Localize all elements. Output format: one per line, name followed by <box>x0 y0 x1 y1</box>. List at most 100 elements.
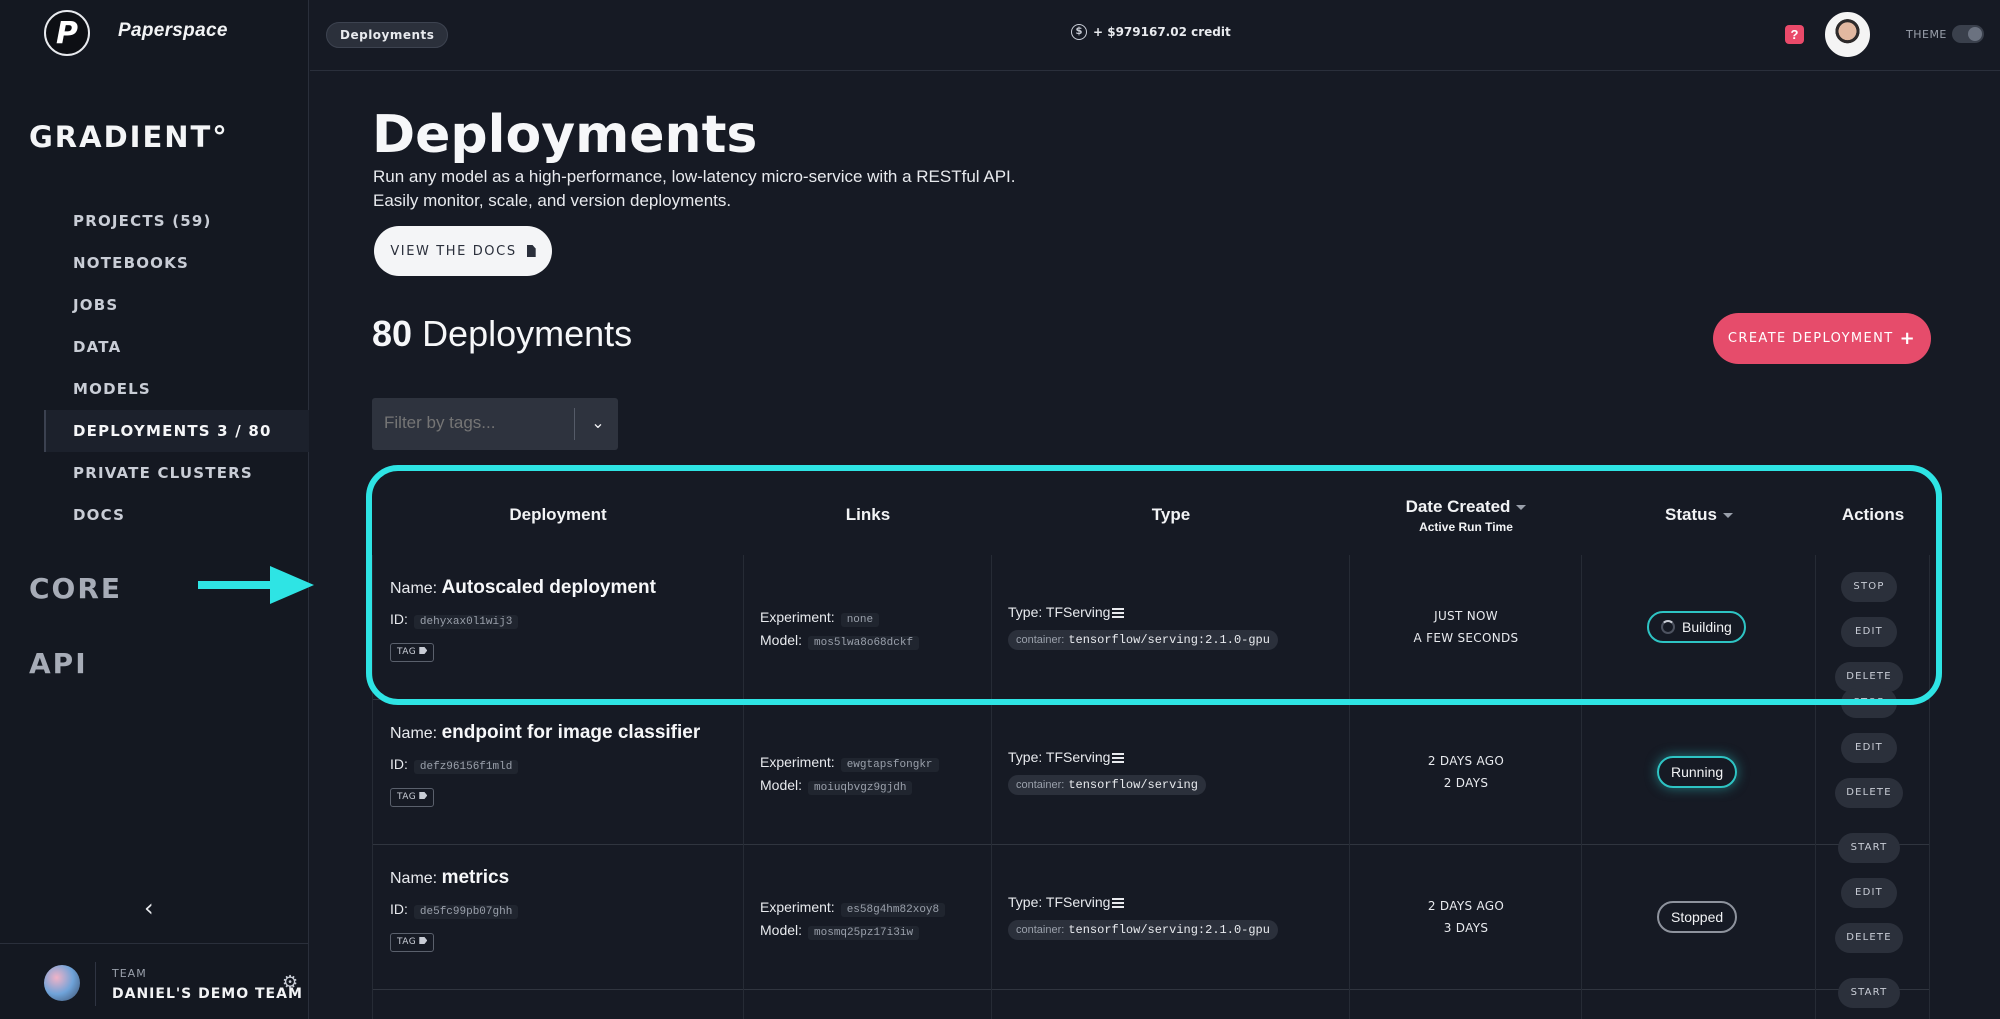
table-row: START <box>372 978 1930 1019</box>
edit-button[interactable]: EDIT <box>1841 733 1897 763</box>
stop-button[interactable]: STOP <box>1841 688 1897 718</box>
sidebar-item-private-clusters[interactable]: PRIVATE CLUSTERS <box>44 452 309 494</box>
filter-divider <box>574 408 575 440</box>
deployment-cell <box>372 990 744 1019</box>
status-badge: Running <box>1657 756 1738 788</box>
delete-button[interactable]: DELETE <box>1835 778 1903 808</box>
experiment-link[interactable]: Experiment: none <box>760 609 880 627</box>
sidebar-item-models[interactable]: MODELS <box>44 368 309 410</box>
edit-button[interactable]: EDIT <box>1841 878 1897 908</box>
sidebar-item-data[interactable]: DATA <box>44 326 309 368</box>
column-header-date-created[interactable]: Date Created Active Run Time <box>1350 475 1582 555</box>
experiment-link[interactable]: Experiment: es58g4hm82xoy8 <box>760 899 946 917</box>
sidebar-item-jobs[interactable]: JOBS <box>44 284 309 326</box>
sidebar-item-deployments[interactable]: DEPLOYMENTS 3 / 80 <box>44 410 309 452</box>
date-created: 2 DAYS AGO <box>1427 899 1505 913</box>
stop-button[interactable]: STOP <box>1841 572 1897 602</box>
model-link[interactable]: Model: moiuqbvgz9gjdh <box>760 777 913 795</box>
deployment-cell: Name: endpoint for image classifier ID: d… <box>372 700 744 845</box>
view-docs-button[interactable]: VIEW THE DOCS <box>374 226 552 276</box>
tag-icon <box>419 792 428 799</box>
links-cell: Experiment: none Model: mos5lwa8o68dckf <box>744 555 992 700</box>
sidebar-item-docs[interactable]: DOCS <box>44 494 309 536</box>
deployment-name[interactable]: Name: metrics <box>390 867 509 889</box>
table-row: Name: metrics ID: de5fc99pb07ghh TAG Expe… <box>372 833 1930 990</box>
container-pill: container: tensorflow/serving:2.1.0-gpu <box>1008 920 1278 940</box>
credit-balance: $ + $979167.02 credit <box>1071 24 1231 40</box>
logo-row: P Paperspace <box>0 0 309 67</box>
deployment-type: Type: TFServing <box>1008 604 1125 620</box>
sidebar-section-core[interactable]: CORE <box>29 572 122 605</box>
delete-button[interactable]: DELETE <box>1835 923 1903 953</box>
add-tag-button[interactable]: TAG <box>390 788 435 807</box>
container-pill: container: tensorflow/serving:2.1.0-gpu <box>1008 630 1278 650</box>
team-avatar[interactable] <box>44 965 80 1001</box>
deployment-id: ID: defz96156f1mld <box>390 756 519 774</box>
add-tag-button[interactable]: TAG <box>390 933 435 952</box>
plus-icon: + <box>1899 328 1917 349</box>
tag-filter[interactable]: ⌄ <box>372 398 618 450</box>
start-button[interactable]: START <box>1838 833 1900 863</box>
actions-cell: START EDIT DELETE <box>1816 833 1930 990</box>
sidebar-item-notebooks[interactable]: NOTEBOOKS <box>44 242 309 284</box>
spinner-icon <box>1661 620 1675 634</box>
type-cell <box>992 990 1350 1019</box>
model-link[interactable]: Model: mos5lwa8o68dckf <box>760 632 920 650</box>
status-cell: Building <box>1582 555 1816 700</box>
table-row: Name: endpoint for image classifier ID: d… <box>372 688 1930 845</box>
actions-cell: START <box>1816 978 1930 1019</box>
date-cell: 2 DAYS AGO 2 DAYS <box>1350 700 1582 845</box>
deployment-name[interactable]: Name: Autoscaled deployment <box>390 577 656 599</box>
active-run-time: 3 DAYS <box>1443 921 1489 935</box>
links-cell: Experiment: ewgtapsfongkr Model: moiuqbvgz… <box>744 700 992 845</box>
deployment-type: Type: TFServing <box>1008 894 1125 910</box>
user-avatar[interactable] <box>1825 12 1870 57</box>
team-label: TEAM <box>112 967 147 980</box>
start-button[interactable]: START <box>1838 978 1900 1008</box>
deployments-count-heading: 80 Deployments <box>372 313 632 355</box>
brand-name: Paperspace <box>118 20 228 41</box>
server-stack-icon <box>1112 897 1125 909</box>
deployment-name[interactable]: Name: endpoint for image classifier <box>390 722 700 744</box>
breadcrumb[interactable]: Deployments <box>326 22 449 48</box>
active-run-time: 2 DAYS <box>1443 776 1489 790</box>
tag-filter-input[interactable] <box>384 413 574 433</box>
collapse-sidebar-icon[interactable]: ‹ <box>144 894 164 922</box>
theme-toggle[interactable] <box>1952 25 1984 43</box>
help-icon[interactable]: ? <box>1785 25 1804 44</box>
server-stack-icon <box>1112 752 1125 764</box>
sort-caret-icon <box>1722 513 1733 519</box>
edit-button[interactable]: EDIT <box>1841 617 1897 647</box>
paperspace-logo-icon[interactable]: P <box>44 10 90 56</box>
column-subheader-active-run-time: Active Run Time <box>1419 519 1513 534</box>
add-tag-button[interactable]: TAG <box>390 643 435 662</box>
actions-cell: STOP EDIT DELETE <box>1816 555 1930 700</box>
deployment-cell: Name: Autoscaled deployment ID: dehyxax0l… <box>372 555 744 700</box>
create-deployment-button[interactable]: CREATE DEPLOYMENT + <box>1713 313 1931 364</box>
gear-icon[interactable]: ⚙ <box>282 972 298 993</box>
model-link[interactable]: Model: mosmq25pz17i3iw <box>760 922 920 940</box>
date-cell <box>1350 990 1582 1019</box>
deployments-count: 80 <box>372 313 413 354</box>
sidebar-section-api[interactable]: API <box>29 647 88 680</box>
date-cell: JUST NOW A FEW SECONDS <box>1350 555 1582 700</box>
sidebar-item-projects[interactable]: PROJECTS (59) <box>44 200 309 242</box>
deployments-count-label: Deployments <box>422 313 633 354</box>
column-header-status[interactable]: Status <box>1582 475 1816 555</box>
credit-text: + $979167.02 credit <box>1093 25 1231 39</box>
column-header-type: Type <box>1151 505 1191 524</box>
type-cell: Type: TFServing container: tensorflow/ser… <box>992 555 1350 700</box>
theme-label: THEME <box>1906 28 1947 41</box>
actions-cell: STOP EDIT DELETE <box>1816 688 1930 845</box>
container-pill: container: tensorflow/serving <box>1008 775 1206 795</box>
table-header: Deployment Links Type Date Created Activ… <box>372 475 1930 555</box>
deployment-id: ID: de5fc99pb07ghh <box>390 901 519 919</box>
date-created: 2 DAYS AGO <box>1427 754 1505 768</box>
chevron-down-icon[interactable]: ⌄ <box>586 410 610 436</box>
team-divider <box>95 962 96 1006</box>
experiment-link[interactable]: Experiment: ewgtapsfongkr <box>760 754 939 772</box>
links-cell: Experiment: es58g4hm82xoy8 Model: mosmq25p… <box>744 845 992 990</box>
status-badge: Stopped <box>1657 901 1738 933</box>
team-name[interactable]: DANIEL'S DEMO TEAM <box>112 986 303 1002</box>
product-title[interactable]: GRADIENT° <box>29 120 229 154</box>
